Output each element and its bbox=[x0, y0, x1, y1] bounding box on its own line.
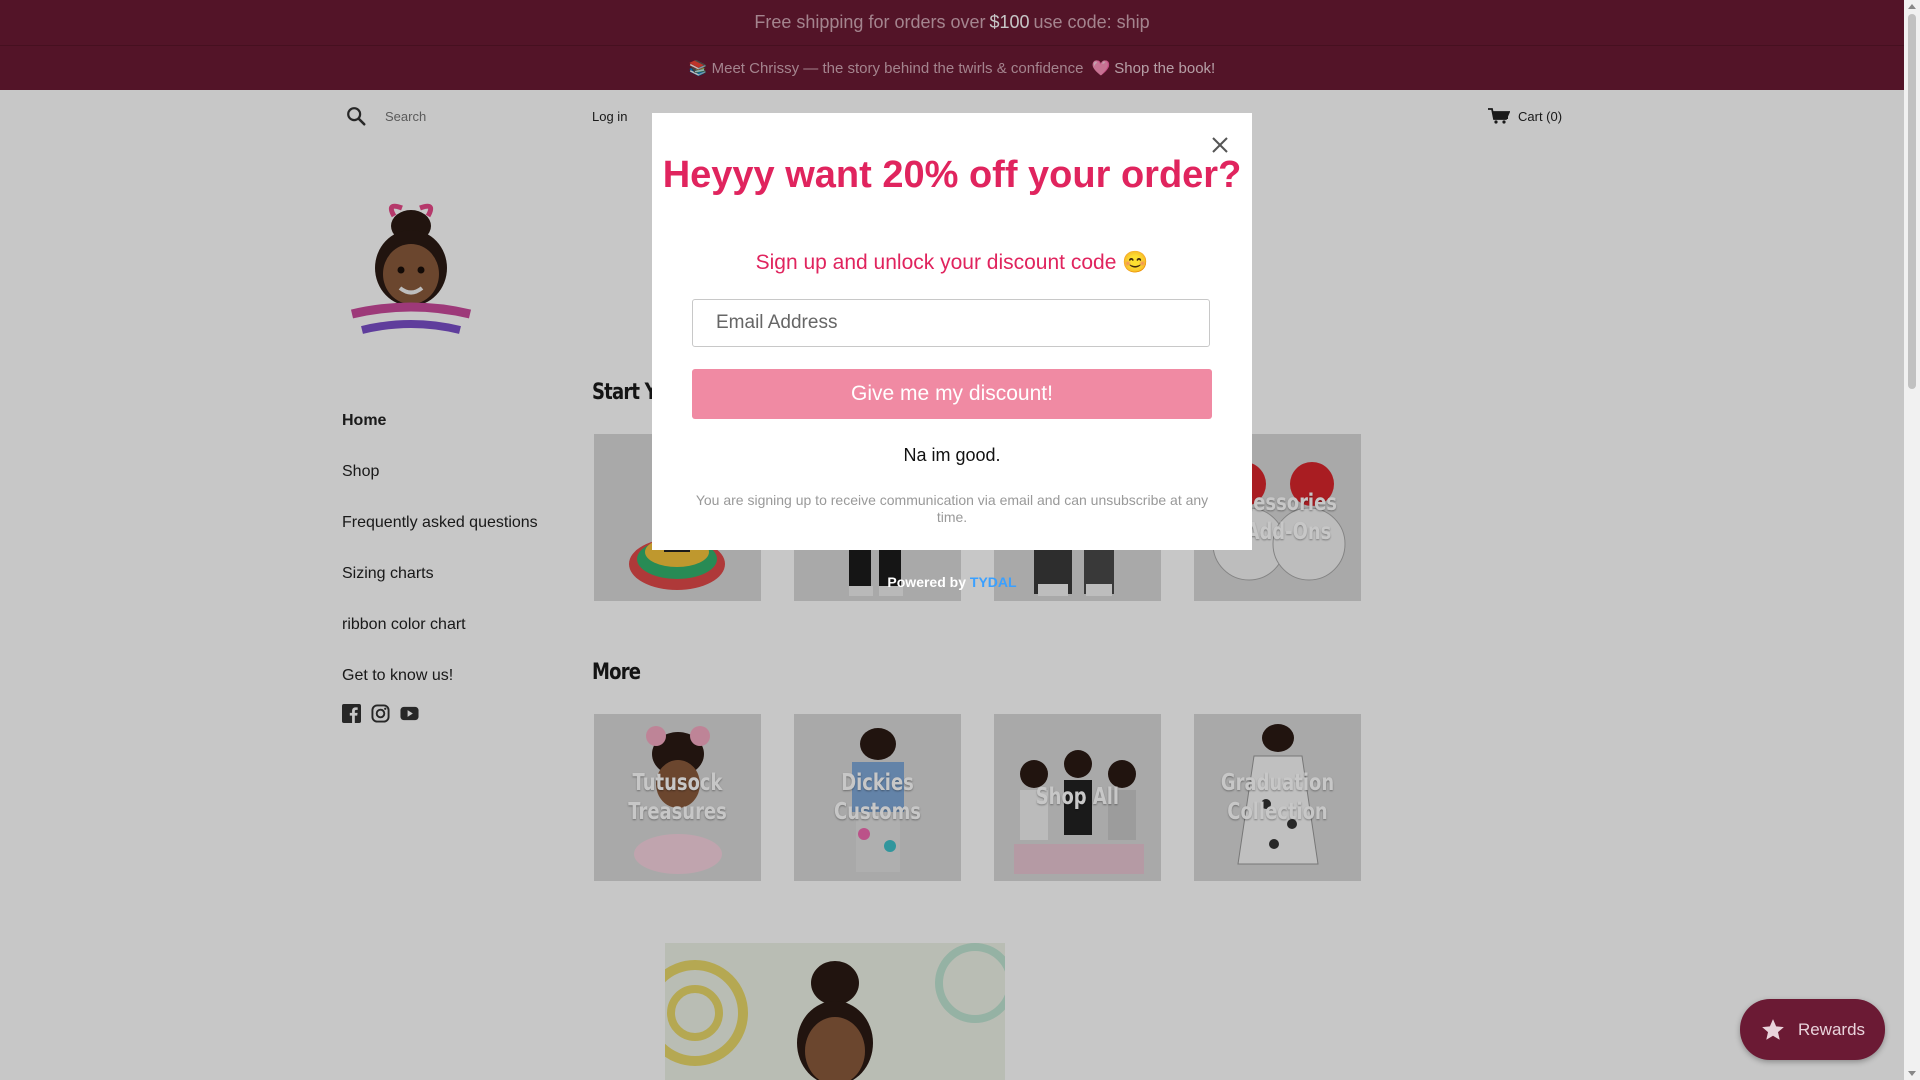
page-scrollbar[interactable] bbox=[1904, 0, 1920, 1080]
scrollbar-thumb[interactable] bbox=[1908, 14, 1916, 389]
popup-title: Heyyy want 20% off your order? bbox=[662, 154, 1242, 196]
scroll-down-arrow[interactable] bbox=[1908, 1071, 1916, 1076]
rewards-button[interactable]: Rewards bbox=[1740, 999, 1885, 1060]
powered-by: Powered by TYDAL bbox=[0, 574, 1904, 590]
email-field[interactable] bbox=[692, 299, 1210, 347]
tydal-link[interactable]: TYDAL bbox=[970, 574, 1017, 590]
popup-subtitle: Sign up and unlock your discount code 😊 bbox=[755, 251, 1149, 274]
scroll-up-arrow[interactable] bbox=[1908, 4, 1916, 9]
discount-popup: Heyyy want 20% off your order? Sign up a… bbox=[652, 113, 1252, 550]
rewards-label: Rewards bbox=[1797, 1019, 1866, 1039]
star-icon bbox=[1762, 1018, 1784, 1040]
get-discount-button[interactable]: Give me my discount! bbox=[692, 369, 1212, 419]
powered-by-prefix: Powered by bbox=[887, 574, 967, 590]
decline-link[interactable]: Na im good. bbox=[652, 445, 1252, 466]
signup-disclaimer: You are signing up to receive communicat… bbox=[695, 492, 1209, 525]
